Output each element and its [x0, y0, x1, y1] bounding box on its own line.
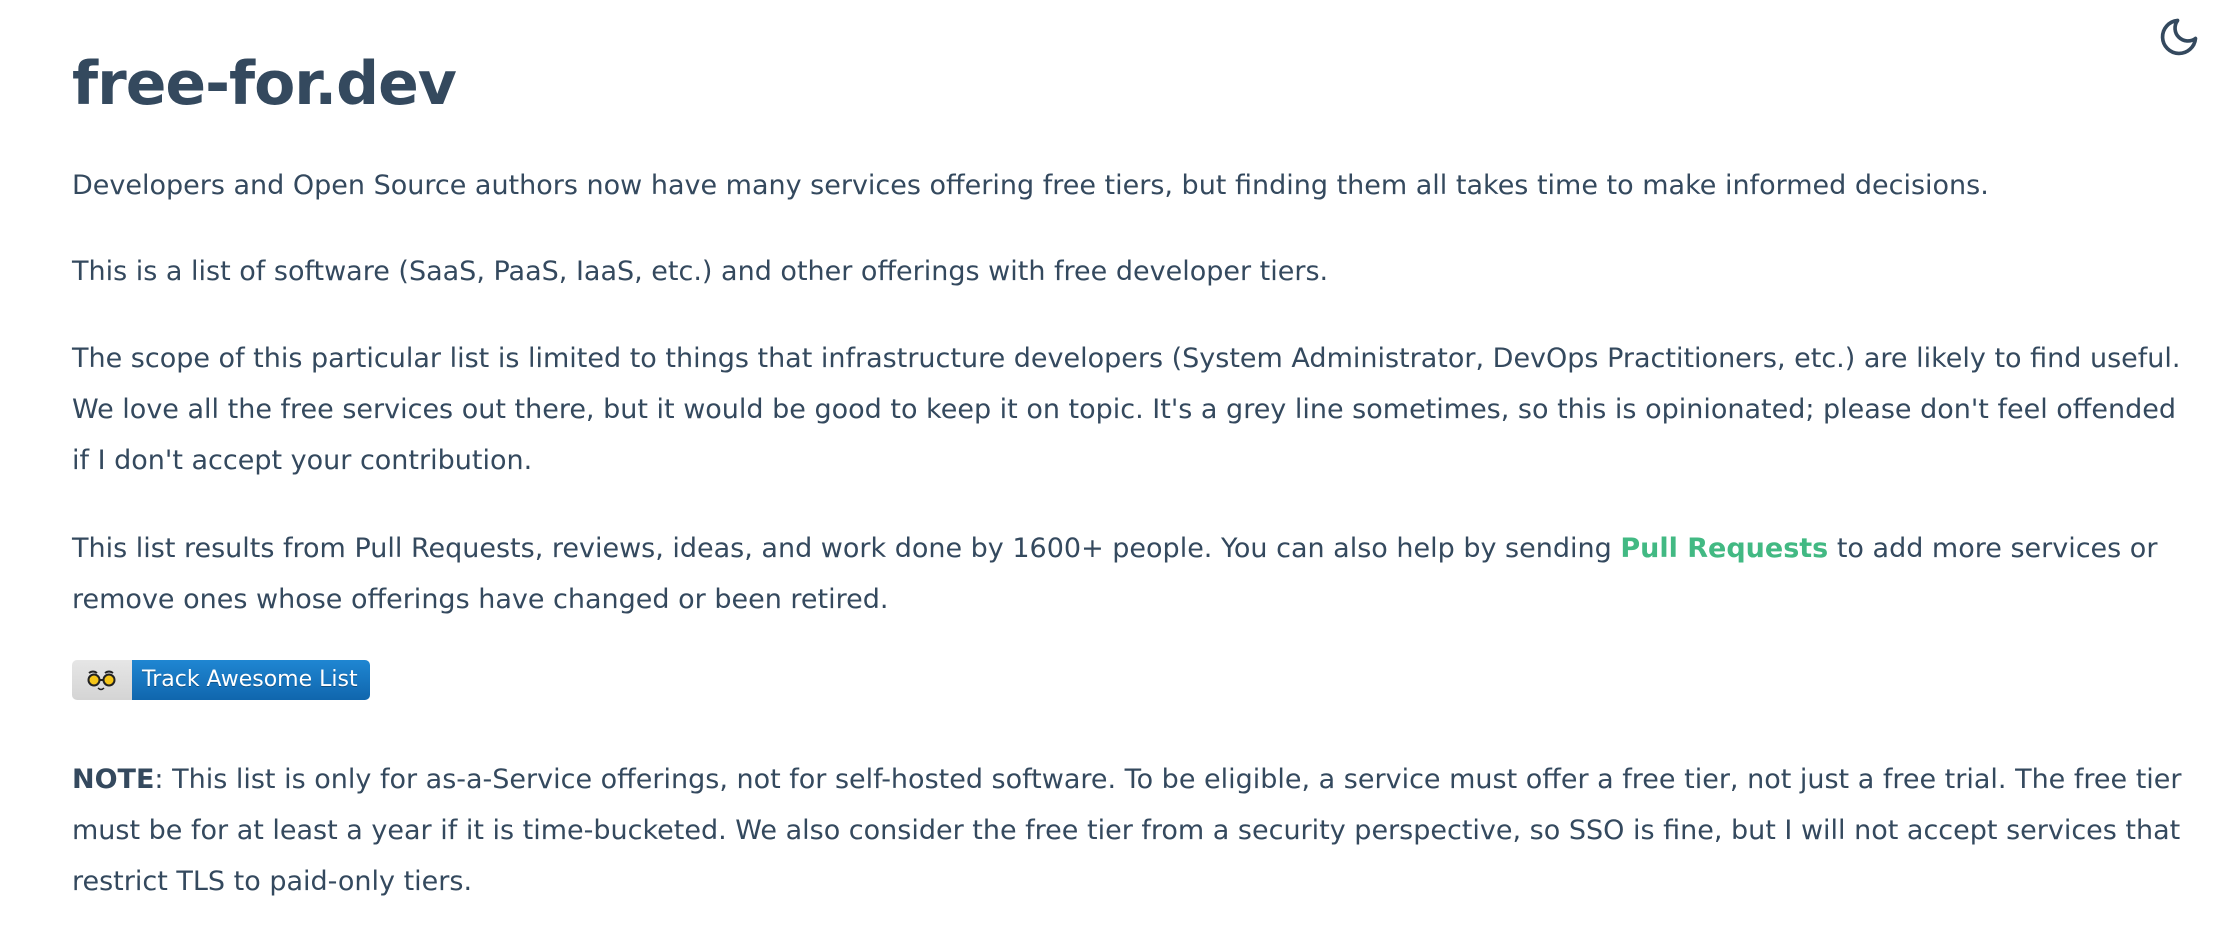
intro-paragraph: Developers and Open Source authors now h… [72, 170, 1989, 201]
pull-requests-link[interactable]: Pull Requests [1620, 533, 1828, 564]
page-title: free-for.dev [72, 49, 457, 119]
note-text: : This list is only for as-a-Service off… [72, 764, 2182, 897]
note-label: NOTE [72, 764, 155, 795]
badge-logo [72, 660, 132, 700]
list-description-paragraph: This is a list of software (SaaS, PaaS, … [72, 256, 1329, 287]
theme-toggle-button[interactable] [2156, 14, 2202, 60]
moon-icon [2160, 18, 2198, 56]
track-awesome-list-badge[interactable]: Track Awesome List [72, 660, 370, 700]
note-paragraph: NOTE: This list is only for as-a-Service… [72, 754, 2188, 907]
badge-label: Track Awesome List [132, 660, 370, 700]
contribution-paragraph: This list results from Pull Requests, re… [72, 523, 2188, 625]
contribution-text-start: This list results from Pull Requests, re… [72, 533, 1621, 564]
scope-paragraph: The scope of this particular list is lim… [72, 343, 2181, 476]
eyeglasses-icon [87, 670, 116, 691]
